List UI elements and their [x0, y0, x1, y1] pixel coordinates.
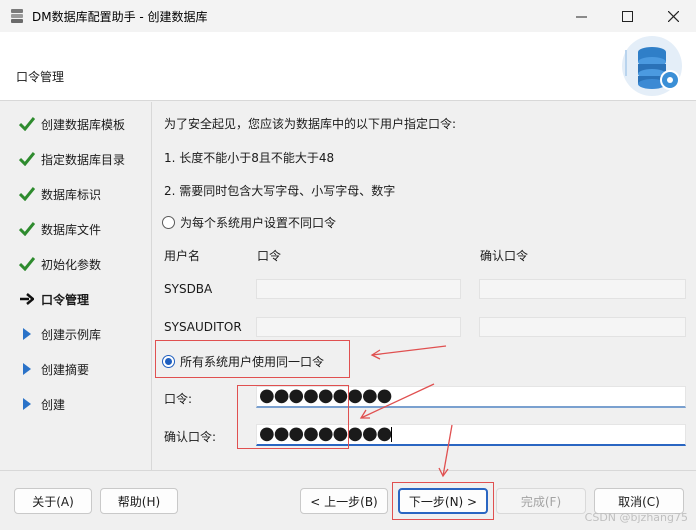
maximize-button[interactable]	[604, 0, 650, 32]
step-item-summary: 创建摘要	[18, 359, 89, 379]
column-header-password: 口令	[257, 249, 282, 263]
help-button[interactable]: 帮助(H)	[100, 488, 178, 514]
triangle-right-icon	[23, 398, 31, 410]
close-icon	[667, 10, 679, 22]
app-icon	[11, 9, 23, 23]
step-item-template: 创建数据库模板	[18, 114, 125, 134]
check-icon	[19, 187, 35, 201]
password-label: 口令:	[164, 392, 193, 406]
rule-length-text: 1. 长度不能小于8且不能大于48	[164, 151, 335, 165]
radio-indicator	[162, 216, 175, 229]
step-item-create: 创建	[18, 394, 65, 414]
previous-button[interactable]: < 上一步(B)	[300, 488, 388, 514]
column-header-username: 用户名	[164, 249, 201, 263]
sysauditor-confirm-input	[479, 317, 686, 337]
radio-same-password[interactable]: 所有系统用户使用同一口令	[162, 353, 324, 370]
step-label: 数据库标识	[41, 187, 102, 202]
user-sysdba-label: SYSDBA	[164, 282, 213, 296]
step-label: 口令管理	[41, 292, 90, 307]
intro-text: 为了安全起见，您应该为数据库中的以下用户指定口令:	[164, 117, 457, 131]
finish-button: 完成(F)	[496, 488, 586, 514]
next-button[interactable]: 下一步(N) >	[398, 488, 488, 514]
step-item-directory: 指定数据库目录	[18, 149, 125, 169]
step-label: 创建摘要	[41, 362, 90, 377]
minimize-button[interactable]	[558, 0, 604, 32]
column-header-confirm: 确认口令	[480, 249, 529, 263]
wizard-steps: 创建数据库模板 指定数据库目录 数据库标识 数据库文件 初始化参数 口令管理 创…	[0, 102, 152, 470]
database-settings-icon	[622, 36, 682, 96]
user-sysauditor-label: SYSAUDITOR	[164, 320, 242, 334]
password-value: ●●●●●●●●●	[259, 385, 392, 406]
password-input[interactable]: ●●●●●●●●●	[256, 386, 686, 408]
step-label: 数据库文件	[41, 222, 102, 237]
minimize-icon	[575, 16, 587, 17]
step-label: 创建数据库模板	[41, 117, 126, 132]
step-item-identity: 数据库标识	[18, 184, 101, 204]
check-icon	[19, 117, 35, 131]
page-title: 口令管理	[16, 70, 65, 84]
password-management-panel: 为了安全起见，您应该为数据库中的以下用户指定口令: 1. 长度不能小于8且不能大…	[152, 102, 696, 470]
sysdba-password-input	[256, 279, 461, 299]
check-icon	[19, 222, 35, 236]
check-icon	[19, 152, 35, 166]
check-icon	[19, 257, 35, 271]
title-bar: DM数据库配置助手 - 创建数据库	[0, 0, 696, 32]
confirm-password-input[interactable]: ●●●●●●●●●	[256, 424, 686, 446]
step-label: 创建示例库	[41, 327, 102, 342]
radio-label: 为每个系统用户设置不同口令	[180, 216, 337, 230]
wizard-header: 口令管理	[0, 32, 696, 101]
step-label: 初始化参数	[41, 257, 102, 272]
window-title: DM数据库配置助手 - 创建数据库	[32, 10, 208, 24]
triangle-right-icon	[23, 328, 31, 340]
step-item-password: 口令管理	[18, 289, 89, 309]
radio-individual-passwords[interactable]: 为每个系统用户设置不同口令	[162, 214, 336, 231]
rule-complexity-text: 2. 需要同时包含大写字母、小写字母、数字	[164, 184, 396, 198]
watermark-text: CSDN @bjzhang75	[584, 511, 688, 524]
step-label: 指定数据库目录	[41, 152, 126, 167]
arrow-right-icon	[20, 293, 34, 305]
step-item-sample: 创建示例库	[18, 324, 101, 344]
triangle-right-icon	[23, 363, 31, 375]
sysauditor-password-input	[256, 317, 461, 337]
maximize-icon	[621, 10, 633, 22]
confirm-password-value: ●●●●●●●●●	[259, 423, 392, 444]
confirm-password-label: 确认口令:	[164, 430, 217, 444]
radio-indicator-selected	[162, 355, 175, 368]
step-item-params: 初始化参数	[18, 254, 101, 274]
text-caret	[391, 426, 393, 442]
radio-label: 所有系统用户使用同一口令	[180, 355, 325, 369]
sysdba-confirm-input	[479, 279, 686, 299]
close-button[interactable]	[650, 0, 696, 32]
step-label: 创建	[41, 397, 66, 412]
step-item-files: 数据库文件	[18, 219, 101, 239]
about-button[interactable]: 关于(A)	[14, 488, 92, 514]
